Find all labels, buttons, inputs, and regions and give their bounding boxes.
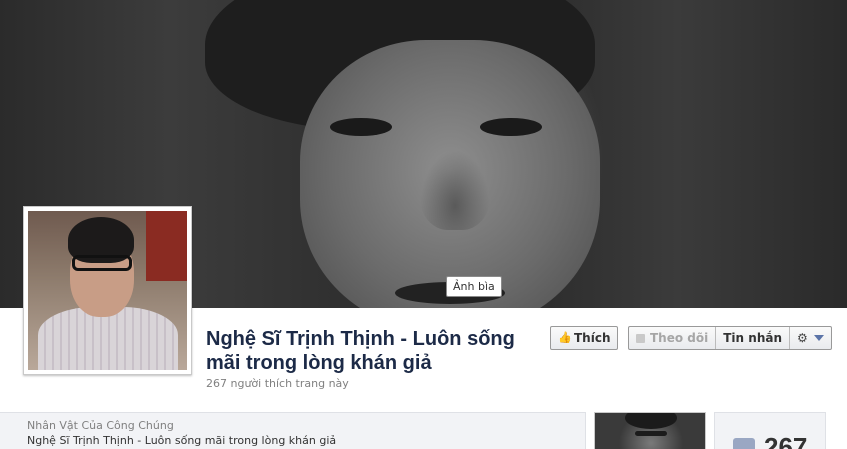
rss-icon [636, 333, 645, 343]
cover-subject-right-eye [480, 118, 542, 136]
profile-photo [28, 211, 187, 370]
like-button[interactable]: 👍 Thích [550, 326, 618, 350]
page-category[interactable]: Nhân Vật Của Công Chúng [27, 419, 174, 432]
page-likes-summary[interactable]: 267 người thích trang này [206, 377, 349, 390]
profile-bg-door [146, 211, 187, 281]
caret-down-icon [813, 335, 824, 341]
page-title: Nghệ Sĩ Trịnh Thịnh - Luôn sống mãi tron… [206, 328, 515, 374]
likes-count: 267 [764, 432, 808, 449]
thumbs-up-icon: 👍 [558, 331, 572, 344]
cover-subject-nose [420, 150, 490, 230]
cover-subject-left-eye [330, 118, 392, 136]
profile-picture[interactable] [23, 206, 192, 375]
follow-button-label: Theo dõi [650, 331, 709, 345]
thumbs-up-icon [733, 438, 755, 449]
thumbnail-hair [625, 413, 677, 429]
likes-counter-box[interactable]: 267 [714, 412, 826, 449]
like-button-label: Thích [574, 331, 611, 345]
message-button[interactable]: Tin nhắn [716, 327, 790, 349]
photos-thumbnail[interactable] [594, 412, 706, 449]
facebook-page: Ảnh bìa Nghệ Sĩ Trịnh Thịnh - Luôn sống … [0, 0, 847, 449]
thumbnail-eyes [635, 431, 667, 436]
profile-glasses [72, 255, 132, 271]
message-button-label: Tin nhắn [723, 331, 782, 345]
page-action-group: Theo dõi Tin nhắn ⚙ [628, 326, 832, 350]
settings-dropdown-button[interactable]: ⚙ [790, 327, 831, 349]
gear-icon: ⚙ [797, 331, 808, 345]
follow-button[interactable]: Theo dõi [629, 327, 717, 349]
about-page-name: Nghệ Sĩ Trịnh Thịnh - Luôn sống mãi tron… [27, 434, 337, 447]
cover-photo-tooltip: Ảnh bìa [446, 276, 502, 297]
